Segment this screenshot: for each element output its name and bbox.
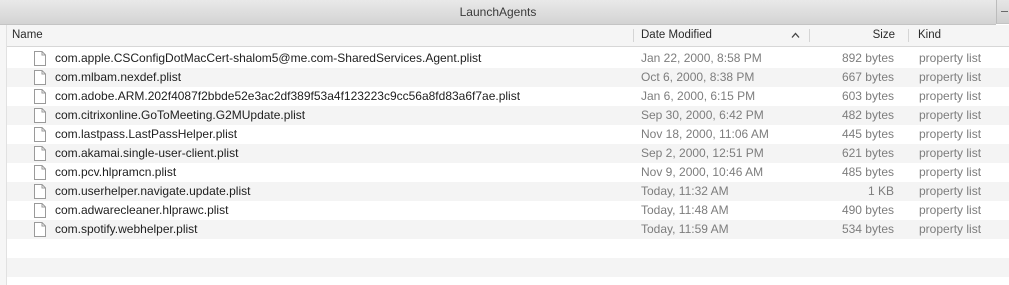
document-icon (34, 89, 46, 104)
document-icon (34, 203, 46, 218)
sidebar-edge (0, 25, 7, 285)
column-header-kind[interactable]: Kind (908, 25, 1009, 46)
file-date-modified: Today, 11:48 AM (641, 203, 729, 217)
file-size: 490 bytes (841, 203, 894, 217)
file-size: 485 bytes (841, 165, 894, 179)
file-size: 482 bytes (841, 108, 894, 122)
file-date-modified: Oct 6, 2000, 8:38 PM (641, 70, 755, 84)
file-date-modified: Today, 11:59 AM (641, 222, 729, 236)
file-row[interactable]: com.citrixonline.GoToMeeting.G2MUpdate.p… (7, 106, 1009, 125)
document-icon (34, 146, 46, 161)
minimize-icon (1001, 11, 1008, 12)
file-kind: property list (919, 184, 982, 198)
file-size: 445 bytes (841, 127, 894, 141)
file-name: com.adwarecleaner.hlprawc.plist (55, 203, 229, 217)
file-kind: property list (919, 51, 982, 65)
document-icon (34, 184, 46, 199)
column-header-size-label: Size (872, 29, 895, 41)
file-date-modified: Jan 22, 2000, 8:58 PM (641, 51, 762, 65)
column-header-date-label: Date Modified (641, 29, 712, 41)
file-name: com.spotify.webhelper.plist (55, 222, 198, 236)
file-date-modified: Today, 11:32 AM (641, 184, 729, 198)
column-header-name[interactable]: Name (7, 25, 633, 46)
file-date-modified: Jan 6, 2000, 6:15 PM (641, 89, 756, 103)
file-date-modified: Nov 18, 2000, 11:06 AM (641, 127, 769, 141)
file-size: 603 bytes (841, 89, 894, 103)
file-kind: property list (919, 70, 982, 84)
empty-row (7, 258, 1009, 277)
column-header-date-modified[interactable]: Date Modified (633, 25, 809, 46)
title-bar[interactable]: LaunchAgents (0, 0, 996, 25)
file-size: 1 KB (867, 184, 894, 198)
file-list: com.apple.CSConfigDotMacCert-shalom5@me.… (7, 49, 1009, 285)
file-date-modified: Sep 2, 2000, 12:51 PM (641, 146, 764, 160)
file-kind: property list (919, 222, 982, 236)
file-kind: property list (919, 89, 982, 103)
document-icon (34, 108, 46, 123)
column-header-kind-label: Kind (918, 29, 942, 41)
file-row[interactable]: com.adobe.ARM.202f4087f2bbde52e3ac2df389… (7, 87, 1009, 106)
document-icon (34, 70, 46, 85)
file-row[interactable]: com.mlbam.nexdef.plist Oct 6, 2000, 8:38 … (7, 68, 1009, 87)
file-row[interactable]: com.akamai.single-user-client.plist Sep 2… (7, 144, 1009, 163)
column-header-name-label: Name (12, 29, 43, 41)
file-name: com.userhelper.navigate.update.plist (55, 184, 251, 198)
file-name: com.pcv.hlpramcn.plist (55, 165, 177, 179)
document-icon (34, 222, 46, 237)
window-title: LaunchAgents (459, 5, 537, 19)
file-name: com.lastpass.LastPassHelper.plist (55, 127, 238, 141)
empty-row (7, 277, 1009, 285)
file-row[interactable]: com.apple.CSConfigDotMacCert-shalom5@me.… (7, 49, 1009, 68)
file-row[interactable]: com.userhelper.navigate.update.plist Toda… (7, 182, 1009, 201)
file-size: 667 bytes (841, 70, 894, 84)
file-name: com.citrixonline.GoToMeeting.G2MUpdate.p… (55, 108, 306, 122)
file-size: 892 bytes (841, 51, 894, 65)
document-icon (34, 51, 46, 66)
document-icon (34, 127, 46, 142)
finder-window: LaunchAgents Name Date Modified Size Kin… (0, 0, 1009, 285)
file-name: com.akamai.single-user-client.plist (55, 146, 239, 160)
file-kind: property list (919, 108, 982, 122)
file-date-modified: Nov 9, 2000, 10:46 AM (641, 165, 764, 179)
window-control[interactable] (996, 0, 1009, 24)
file-row[interactable]: com.lastpass.LastPassHelper.plist Nov 18,… (7, 125, 1009, 144)
file-row[interactable]: com.adwarecleaner.hlprawc.plist Today, 11… (7, 201, 1009, 220)
file-kind: property list (919, 165, 982, 179)
file-kind: property list (919, 127, 982, 141)
file-date-modified: Sep 30, 2000, 6:42 PM (641, 108, 764, 122)
file-row[interactable]: com.spotify.webhelper.plist Today, 11:59 … (7, 220, 1009, 239)
file-size: 534 bytes (841, 222, 894, 236)
file-name: com.mlbam.nexdef.plist (55, 70, 182, 84)
file-size: 621 bytes (841, 146, 894, 160)
empty-row (7, 239, 1009, 258)
file-row[interactable]: com.pcv.hlpramcn.plist Nov 9, 2000, 10:46… (7, 163, 1009, 182)
file-kind: property list (919, 146, 982, 160)
file-kind: property list (919, 203, 982, 217)
document-icon (34, 165, 46, 180)
column-header: Name Date Modified Size Kind (7, 25, 1009, 47)
file-name: com.adobe.ARM.202f4087f2bbde52e3ac2df389… (55, 89, 521, 103)
column-header-size[interactable]: Size (809, 25, 908, 46)
file-name: com.apple.CSConfigDotMacCert-shalom5@me.… (55, 51, 482, 65)
